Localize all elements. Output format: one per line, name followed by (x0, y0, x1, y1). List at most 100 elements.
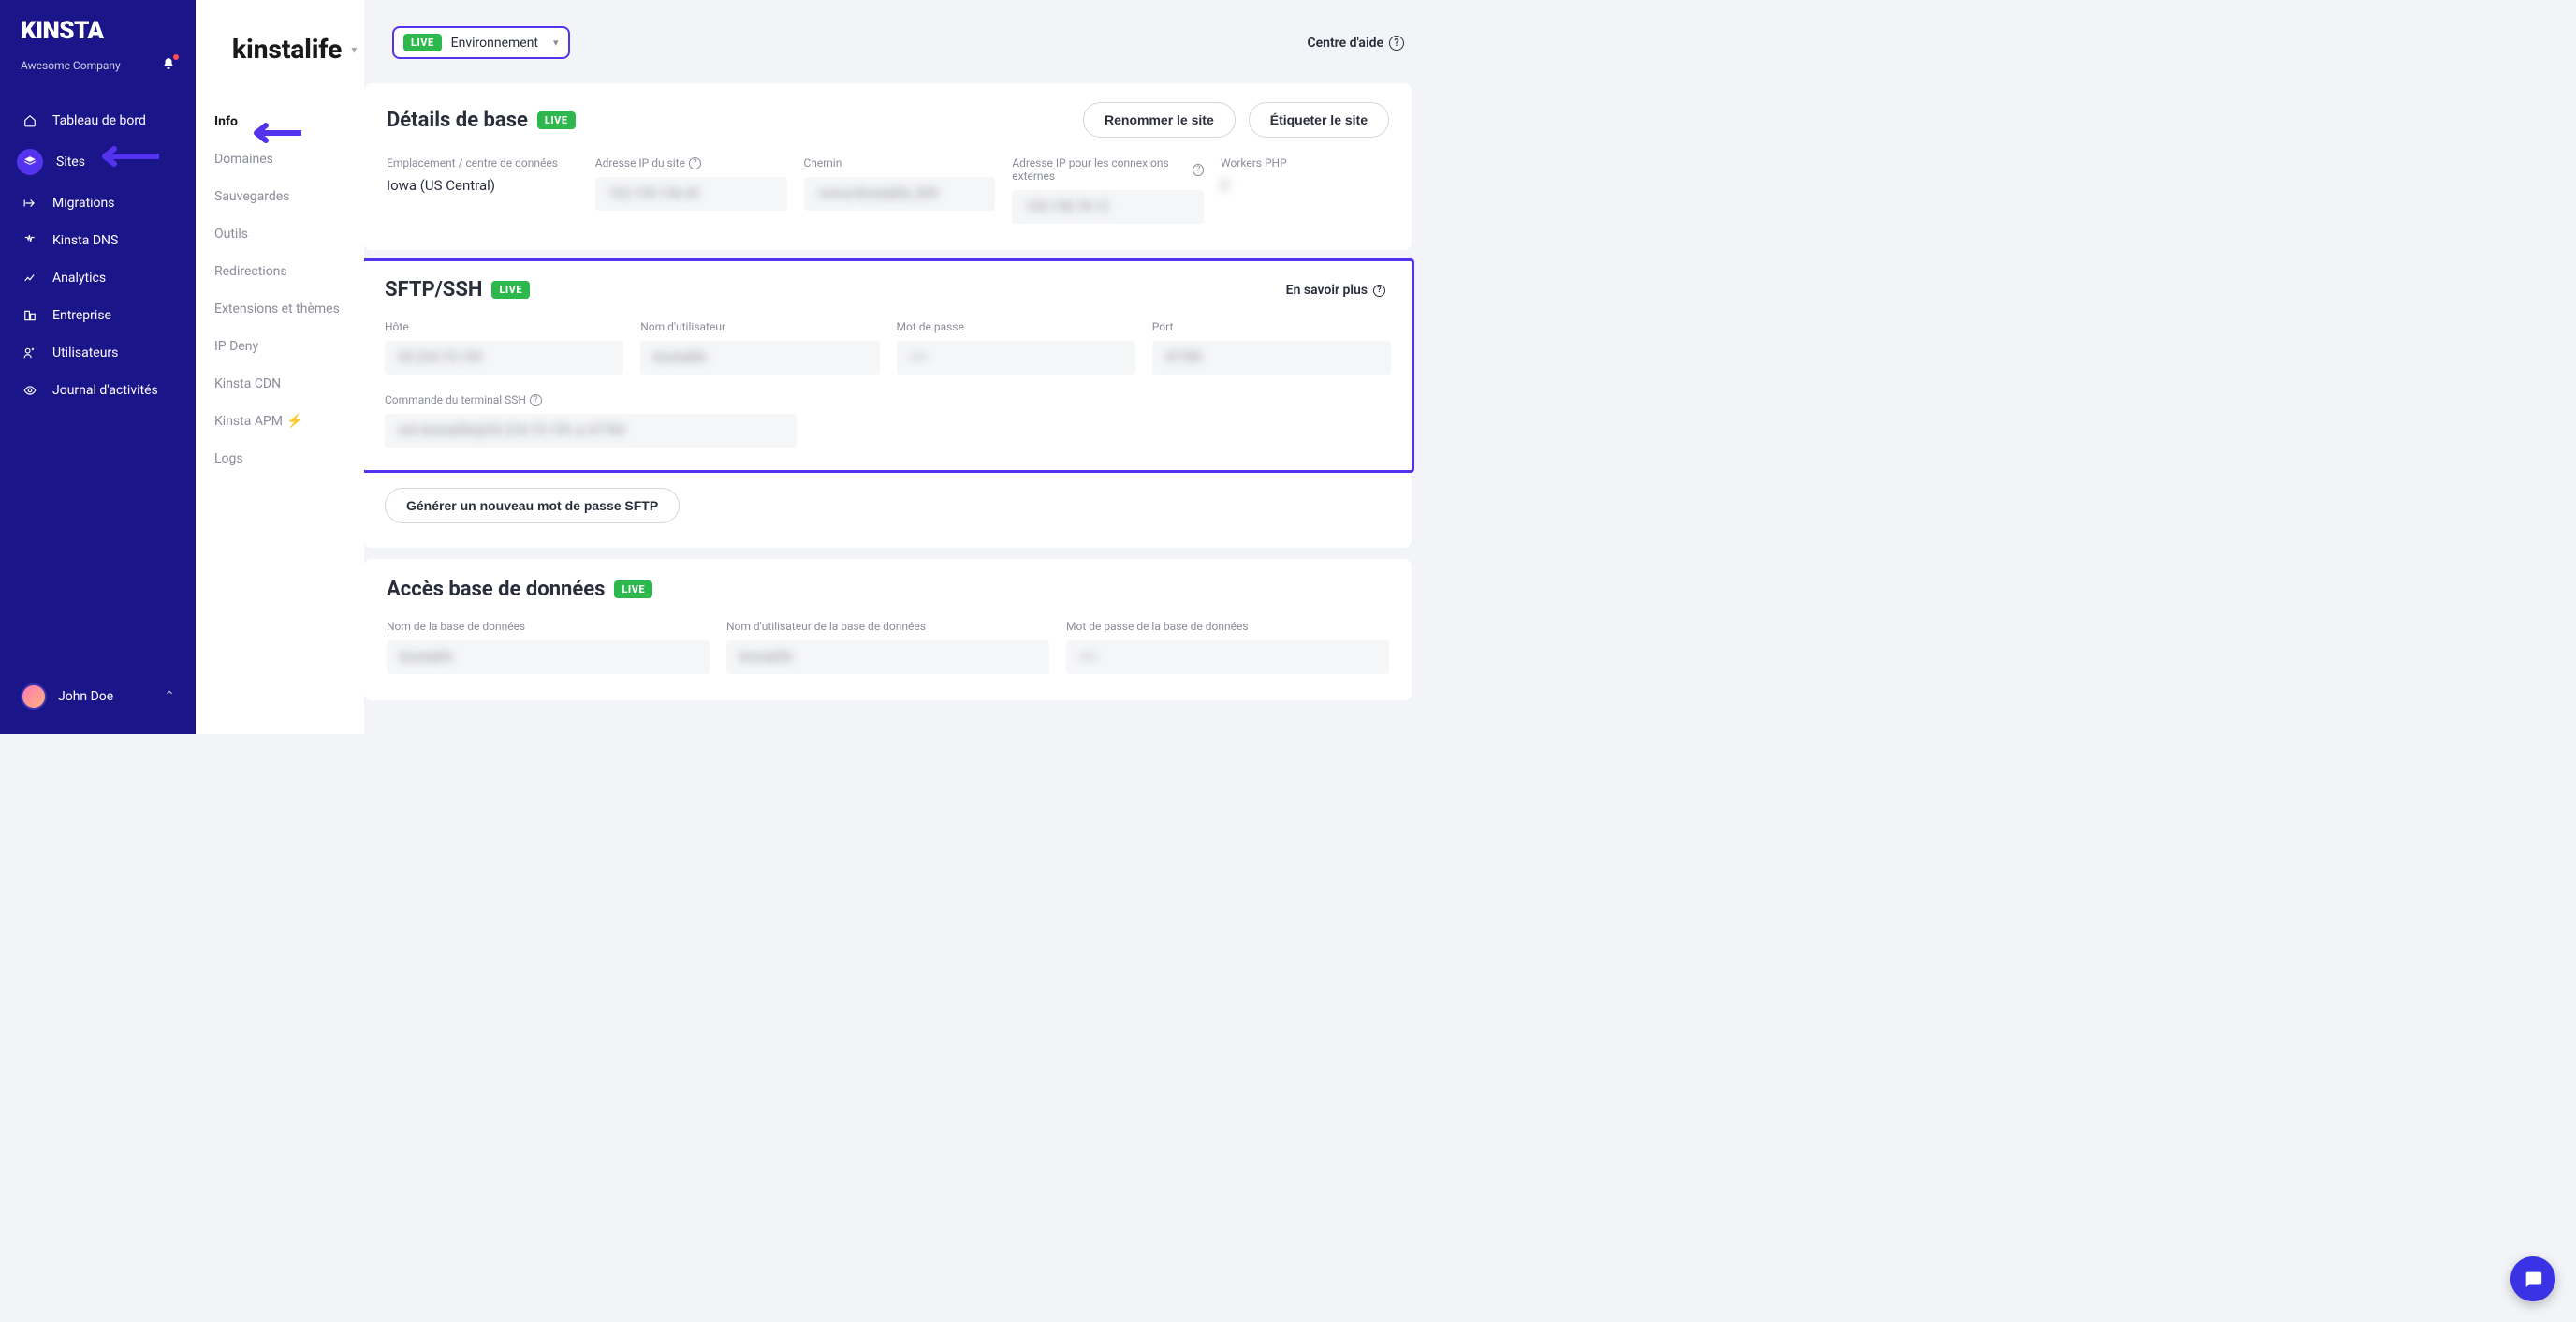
users-icon (21, 344, 39, 362)
chevron-down-icon[interactable]: ▾ (351, 43, 357, 56)
environment-switcher[interactable]: LIVE Environnement ▾ (392, 26, 570, 59)
site-title: kinstalife (232, 34, 342, 65)
subnav-tools[interactable]: Outils (196, 215, 364, 253)
subnav-label: Outils (214, 227, 248, 242)
field-db-user: Nom d'utilisateur de la base de données … (726, 620, 1049, 674)
nav-label: Kinsta DNS (52, 233, 118, 248)
chevron-up-icon: ⌃ (164, 689, 175, 704)
live-badge: LIVE (614, 580, 652, 598)
field-value-blurred: 8 (1221, 177, 1389, 194)
field-label: Adresse IP du site (595, 156, 685, 169)
field-path: Chemin /www/kinstalife_000 (804, 156, 996, 224)
notification-dot (173, 54, 179, 60)
field-value-blurred[interactable]: kinstalife (640, 341, 879, 375)
regenerate-sftp-password-button[interactable]: Générer un nouveau mot de passe SFTP (385, 488, 680, 523)
field-value-blurred[interactable]: kinstalife (726, 640, 1049, 674)
field-db-name: Nom de la base de données kinstalife (387, 620, 710, 674)
panel-title: SFTP/SSH (385, 278, 482, 301)
nav-activity[interactable]: Journal d'activités (0, 372, 196, 409)
field-value-blurred[interactable]: kinstalife (387, 640, 710, 674)
help-center-link[interactable]: Centre d'aide ? (1307, 36, 1404, 51)
live-badge: LIVE (491, 281, 530, 299)
subnav-logs[interactable]: Logs (196, 440, 364, 477)
nav-dns[interactable]: Kinsta DNS (0, 222, 196, 259)
panel-basic-details: Détails de base LIVE Renommer le site Ét… (364, 83, 1412, 250)
subnav-domains[interactable]: Domaines (196, 140, 364, 178)
label-site-button[interactable]: Étiqueter le site (1249, 102, 1389, 138)
field-label: Emplacement / centre de données (387, 156, 578, 169)
subnav-ipdeny[interactable]: IP Deny (196, 328, 364, 365)
field-external-ip: Adresse IP pour les connexions externes?… (1012, 156, 1204, 224)
nav-analytics[interactable]: Analytics (0, 259, 196, 297)
company-name: Awesome Company (21, 59, 121, 72)
nav-label: Sites (56, 154, 85, 169)
rename-site-button[interactable]: Renommer le site (1083, 102, 1236, 138)
help-icon[interactable]: ? (1193, 164, 1204, 176)
nav-company[interactable]: Entreprise (0, 297, 196, 334)
field-location: Emplacement / centre de données Iowa (US… (387, 156, 578, 224)
subnav-label: Sauvegardes (214, 189, 289, 204)
subnav-backups[interactable]: Sauvegardes (196, 178, 364, 215)
brand-logo[interactable]: KINSTA (0, 0, 196, 52)
nav-label: Tableau de bord (52, 113, 146, 128)
field-db-password: Mot de passe de la base de données •••• (1066, 620, 1389, 674)
brand-text: KINSTA (21, 17, 104, 45)
learn-more-label: En savoir plus (1286, 283, 1368, 298)
subnav-cdn[interactable]: Kinsta CDN (196, 365, 364, 403)
field-value-blurred[interactable]: •••• (1066, 640, 1389, 674)
field-label: Commande du terminal SSH (385, 393, 526, 406)
subnav-label: Redirections (214, 264, 287, 279)
env-label: Environnement (451, 36, 538, 51)
field-label: Adresse IP pour les connexions externes (1012, 156, 1189, 183)
field-value: Iowa (US Central) (387, 177, 578, 194)
field-label: Port (1152, 320, 1391, 333)
field-value-blurred[interactable]: 47780 (1152, 341, 1391, 375)
nav-migrations[interactable]: Migrations (0, 184, 196, 222)
subnav-label: IP Deny (214, 339, 258, 354)
main-sidebar: KINSTA Awesome Company Tableau de bord S… (0, 0, 196, 734)
nav-label: Journal d'activités (52, 383, 158, 398)
topbar: LIVE Environnement ▾ Centre d'aide ? (364, 0, 1430, 72)
field-site-ip: Adresse IP du site? 162.159.136.42 (595, 156, 787, 224)
field-value-blurred[interactable]: /www/kinstalife_000 (804, 177, 996, 211)
field-value-blurred[interactable]: •••• (897, 341, 1135, 375)
avatar (21, 683, 47, 710)
learn-more-link[interactable]: En savoir plus ? (1286, 283, 1385, 298)
nav-dashboard[interactable]: Tableau de bord (0, 102, 196, 140)
subnav-redirects[interactable]: Redirections (196, 253, 364, 290)
field-password: Mot de passe •••• (897, 320, 1135, 375)
field-workers: Workers PHP 8 (1221, 156, 1389, 224)
field-host: Hôte 35.224.75.159 (385, 320, 623, 375)
field-value-blurred[interactable]: 104.198.78.12 (1012, 190, 1204, 224)
field-label: Mot de passe de la base de données (1066, 620, 1389, 633)
subnav-label: Kinsta APM (214, 414, 283, 429)
subnav-info[interactable]: Info (196, 103, 364, 140)
user-menu[interactable]: John Doe ⌃ (0, 670, 196, 734)
subnav-label: Info (214, 114, 238, 129)
content-area: LIVE Environnement ▾ Centre d'aide ? Dét… (364, 0, 1430, 734)
field-label: Mot de passe (897, 320, 1135, 333)
chat-widget-button[interactable] (2510, 1256, 2555, 1301)
field-label: Chemin (804, 156, 996, 169)
nav-label: Entreprise (52, 308, 111, 323)
help-icon[interactable]: ? (530, 394, 542, 406)
nav-users[interactable]: Utilisateurs (0, 334, 196, 372)
chevron-down-icon: ▾ (553, 37, 559, 49)
help-icon[interactable]: ? (689, 157, 701, 169)
field-label: Nom d'utilisateur (640, 320, 879, 333)
field-username: Nom d'utilisateur kinstalife (640, 320, 879, 375)
subnav-plugins[interactable]: Extensions et thèmes (196, 290, 364, 328)
field-label: Workers PHP (1221, 156, 1389, 169)
field-value-blurred[interactable]: 35.224.75.159 (385, 341, 623, 375)
notifications-icon[interactable] (162, 56, 175, 74)
eye-icon (21, 381, 39, 400)
subnav-label: Logs (214, 451, 243, 466)
subnav-label: Extensions et thèmes (214, 301, 340, 316)
field-value-blurred[interactable]: ssh kinstalife@35.224.75.159 -p 47780 (385, 414, 797, 448)
subnav-apm[interactable]: Kinsta APM⚡ (196, 403, 364, 440)
field-value-blurred[interactable]: 162.159.136.42 (595, 177, 787, 211)
field-ssh-command: Commande du terminal SSH? ssh kinstalife… (385, 393, 1391, 448)
nav-sites[interactable]: Sites (0, 140, 196, 184)
dns-icon (21, 231, 39, 250)
subnav-label: Kinsta CDN (214, 376, 281, 391)
